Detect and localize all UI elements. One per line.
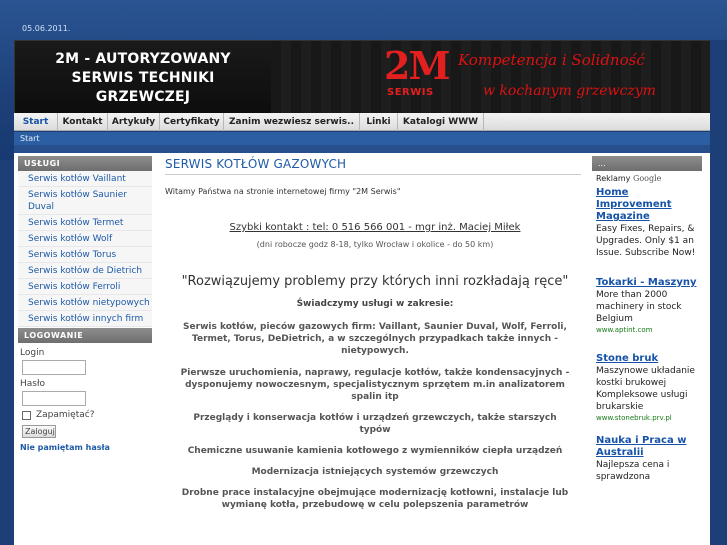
- login-button[interactable]: Zaloguj: [22, 425, 56, 438]
- nav-start[interactable]: Start: [14, 113, 58, 131]
- ad-title[interactable]: Tokarki - Maszyny: [596, 277, 700, 289]
- main-content: SERWIS KOTŁÓW GAZOWYCH Witamy Państwa na…: [165, 153, 585, 511]
- service-5: Modernizacja istniejących systemów grzew…: [251, 467, 499, 477]
- service-6: Drobne prace instalacyjne obejmujące mod…: [181, 488, 569, 510]
- login-label: Login: [20, 348, 45, 358]
- main-nav: Start Kontakt Artykuły Certyfikaty Zanim…: [14, 113, 710, 131]
- nav-zanim-wezwiesz[interactable]: Zanim wezwiesz serwis..: [224, 113, 360, 131]
- welcome-text: Witamy Państwa na stronie internetowej f…: [165, 187, 401, 196]
- login-heading: LOGOWANIE: [18, 328, 152, 343]
- page-title: SERWIS KOTŁÓW GAZOWYCH: [165, 153, 581, 175]
- password-input[interactable]: [22, 391, 86, 406]
- site-title-line: 2M - AUTORYZOWANY: [55, 51, 231, 67]
- ads-label: Reklamy: [596, 174, 631, 183]
- service-3: Przeglądy i konserwacja kotłów i urządze…: [193, 413, 557, 435]
- sidebar-item-inne[interactable]: Serwis kotłów innych firm: [18, 311, 152, 327]
- sidebar-item-saunier[interactable]: Serwis kotłów Saunier Duval: [18, 187, 152, 215]
- nav-kontakt[interactable]: Kontakt: [58, 113, 108, 131]
- sidebar-item-nietypowe[interactable]: Serwis kotłów nietypowych: [18, 295, 152, 311]
- site-title-line: SERWIS TECHNIKI: [71, 70, 215, 86]
- remember-checkbox[interactable]: [22, 410, 31, 420]
- page-wrapper: 2M - AUTORYZOWANY SERWIS TECHNIKI GRZEWC…: [10, 40, 711, 545]
- logo-serwis: SERWIS: [387, 87, 434, 98]
- google-logo: Google: [632, 174, 662, 183]
- sidebar-item-wolf[interactable]: Serwis kotłów Wolf: [18, 231, 152, 247]
- ad-title[interactable]: Nauka i Praca w Australii: [596, 435, 700, 459]
- password-label: Hasło: [20, 379, 46, 389]
- sidebar-item-termet[interactable]: Serwis kotłów Termet: [18, 215, 152, 231]
- remember-row: Zapamiętać?: [20, 410, 152, 420]
- site-title: 2M - AUTORYZOWANY SERWIS TECHNIKI GRZEWC…: [15, 50, 271, 107]
- logo-2m: 2M: [384, 43, 451, 88]
- ad-text: Easy Fixes, Repairs, & Upgrades. Only $1…: [596, 224, 696, 258]
- header-banner: 2M SERWIS Kompetencja i Solidność w koch…: [271, 41, 711, 113]
- services-heading: USŁUGI: [18, 156, 152, 171]
- ad-url[interactable]: www.aptint.com: [596, 325, 700, 335]
- ad-title[interactable]: Stone bruk: [596, 353, 700, 365]
- right-ads-column: ... Reklamy Google Home Improvement Maga…: [592, 153, 702, 485]
- ad-separator: [592, 337, 702, 351]
- ad-url[interactable]: www.stonebruk.prv.pl: [596, 413, 700, 423]
- remember-label: Zapamiętać?: [36, 410, 95, 420]
- slogan-line-2: w kochanym grzewczym: [483, 83, 656, 99]
- ad-title[interactable]: Home Improvement Magazine: [596, 187, 700, 223]
- current-date: 05.06.2011.: [22, 24, 71, 33]
- header-title-box: 2M - AUTORYZOWANY SERWIS TECHNIKI GRZEWC…: [15, 41, 271, 113]
- forgot-password-link[interactable]: Nie pamiętam hasła: [20, 443, 152, 452]
- working-hours: (dni robocze godz 8-18, tylko Wrocław i …: [256, 240, 494, 249]
- login-form: Login Hasło Zapamiętać? Zaloguj Nie pami…: [18, 343, 152, 452]
- sidebar-item-ferroli[interactable]: Serwis kotłów Ferroli: [18, 279, 152, 295]
- login-input[interactable]: [22, 360, 86, 375]
- ad-item[interactable]: Tokarki - Maszyny More than 2000 machine…: [592, 275, 702, 337]
- sidebar-item-torus[interactable]: Serwis kotłów Torus: [18, 247, 152, 263]
- service-4: Chemiczne usuwanie kamienia kotłowego z …: [187, 446, 563, 456]
- page-edge: [710, 40, 727, 545]
- ad-separator: [592, 425, 702, 433]
- ad-item[interactable]: Home Improvement Magazine Easy Fixes, Re…: [592, 185, 702, 261]
- service-2: Pierwsze uruchomienia, naprawy, regulacj…: [180, 368, 570, 402]
- breadcrumb: Start: [14, 132, 710, 145]
- ads-heading: ...: [592, 156, 702, 171]
- nav-artykuly[interactable]: Artykuły: [108, 113, 160, 131]
- service-1: Serwis kotłów, pieców gazowych firm: Vai…: [183, 322, 567, 356]
- slogan-line-1: Kompetencja i Solidność: [458, 51, 645, 69]
- ad-text: Maszynowe układanie kostki brukowej Komp…: [596, 366, 695, 412]
- ad-item[interactable]: Stone bruk Maszynowe układanie kostki br…: [592, 351, 702, 425]
- site-header: 2M - AUTORYZOWANY SERWIS TECHNIKI GRZEWC…: [14, 40, 711, 113]
- spacer: [14, 145, 710, 153]
- breadcrumb-start[interactable]: Start: [20, 134, 40, 143]
- nav-linki[interactable]: Linki: [360, 113, 398, 131]
- quick-contact: Szybki kontakt : tel: 0 516 566 001 - mg…: [229, 222, 521, 233]
- left-sidebar: USŁUGI Serwis kotłów Vaillant Serwis kot…: [18, 153, 152, 452]
- ad-text: More than 2000 machinery in stock Belgiu…: [596, 290, 682, 324]
- services-intro: Świadczymy usługi w zakresie:: [296, 299, 454, 309]
- site-title-line: GRZEWCZEJ: [95, 89, 191, 105]
- page-body: USŁUGI Serwis kotłów Vaillant Serwis kot…: [14, 153, 710, 545]
- ad-item[interactable]: Nauka i Praca w Australii Najlepsza cena…: [592, 433, 702, 485]
- sidebar-item-vaillant[interactable]: Serwis kotłów Vaillant: [18, 171, 152, 187]
- sidebar-item-dietrich[interactable]: Serwis kotłów de Dietrich: [18, 263, 152, 279]
- ad-separator: [592, 261, 702, 275]
- ads-by-google[interactable]: Reklamy Google: [592, 171, 702, 185]
- ad-text: Najlepsza cena i sprawdzona: [596, 460, 670, 482]
- nav-katalogi[interactable]: Katalogi WWW: [398, 113, 484, 131]
- nav-certyfikaty[interactable]: Certyfikaty: [160, 113, 224, 131]
- motto-quote: "Rozwiązujemy problemy przy których inni…: [181, 274, 569, 289]
